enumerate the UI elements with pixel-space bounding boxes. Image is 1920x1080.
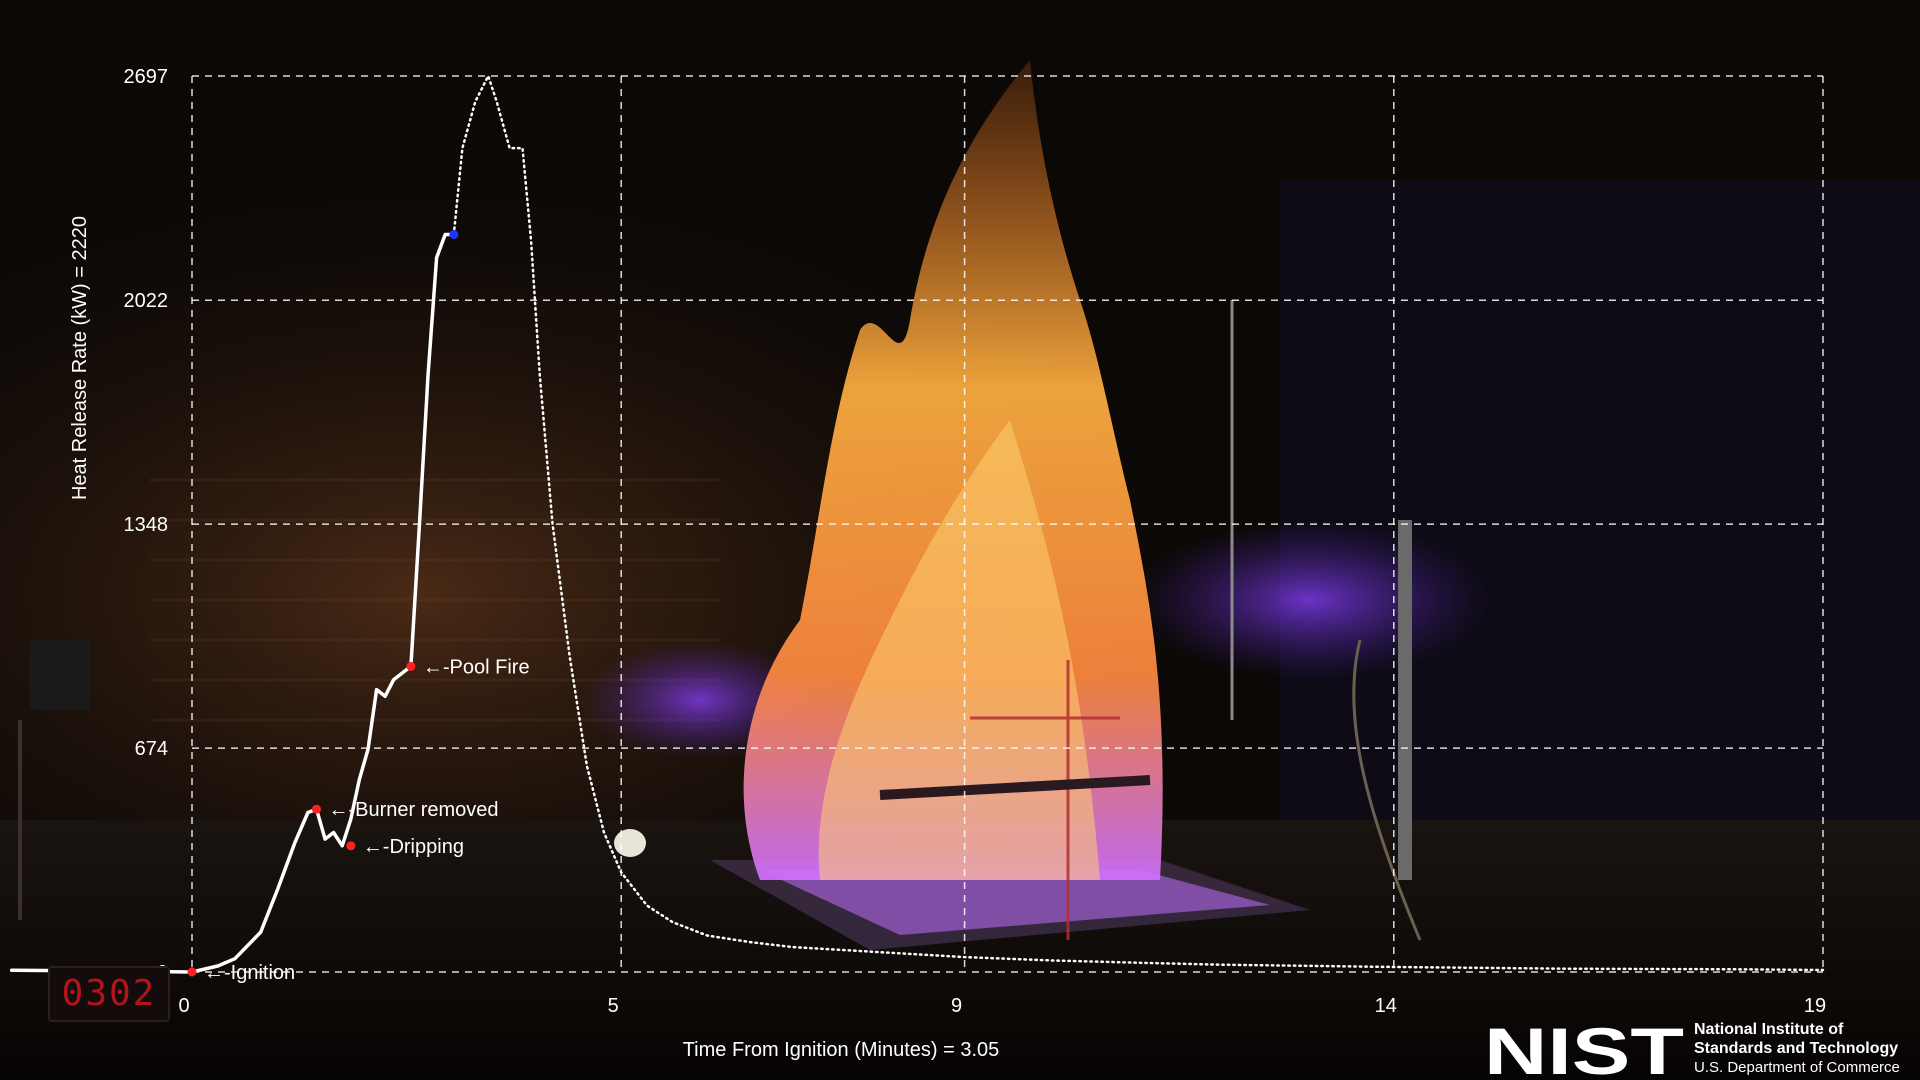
y-axis-ticks: 0674134820222697 [124, 66, 169, 984]
y-tick-label: 2022 [124, 290, 169, 312]
x-axis-label: Time From Ignition (Minutes) = 3.05 [683, 1039, 1000, 1061]
logo-line-2: Standards and Technology [1694, 1040, 1899, 1057]
nist-logo-mark: NIST [1484, 1016, 1684, 1080]
event-marker-dot [406, 661, 416, 671]
svg-text:NIST: NIST [1484, 1016, 1684, 1080]
x-axis-ticks: 0 5 9 14 19 [178, 995, 1826, 1017]
y-tick-label: 674 [135, 738, 168, 760]
event-annotation: ←-Dripping [363, 836, 464, 858]
event-marker-dot [311, 804, 321, 814]
logo-line-3: U.S. Department of Commerce [1694, 1059, 1900, 1076]
projected-curve-dotted [452, 74, 1825, 972]
nist-logo-text: National Institute of Standards and Tech… [1694, 1020, 1900, 1077]
digital-clock-display: 0302 [48, 966, 170, 1022]
event-annotation: ←-Pool Fire [423, 656, 530, 678]
heat-release-rate-chart: 0 674 1348 2022 2697 0 5 9 14 19 ←-Ignition ←-Bur… [9, 66, 1826, 1061]
x-tick-label: 14 [1375, 995, 1397, 1017]
x-tick-label: 9 [951, 995, 962, 1017]
y-axis-label: Heat Release Rate (kW) = 2220 [69, 216, 91, 500]
logo-line-1: National Institute of [1694, 1021, 1844, 1038]
event-marker-dot [449, 229, 459, 239]
event-annotation: ←-Burner removed [328, 799, 498, 821]
x-tick-label: 19 [1804, 995, 1826, 1017]
y-tick-label: 1348 [124, 514, 169, 536]
nist-logo: NIST National Institute of Standards and… [1484, 1016, 1914, 1080]
event-marker-dot [346, 841, 356, 851]
event-marker-dot [187, 967, 197, 977]
y-tick-label: 2697 [124, 66, 169, 88]
x-tick-label: 5 [608, 995, 619, 1017]
event-annotation: ←-Ignition [204, 962, 295, 984]
x-tick-label: 0 [178, 995, 189, 1017]
event-markers: ←-Ignition ←-Burner removed ←-Dripping ←-Po… [187, 229, 530, 984]
